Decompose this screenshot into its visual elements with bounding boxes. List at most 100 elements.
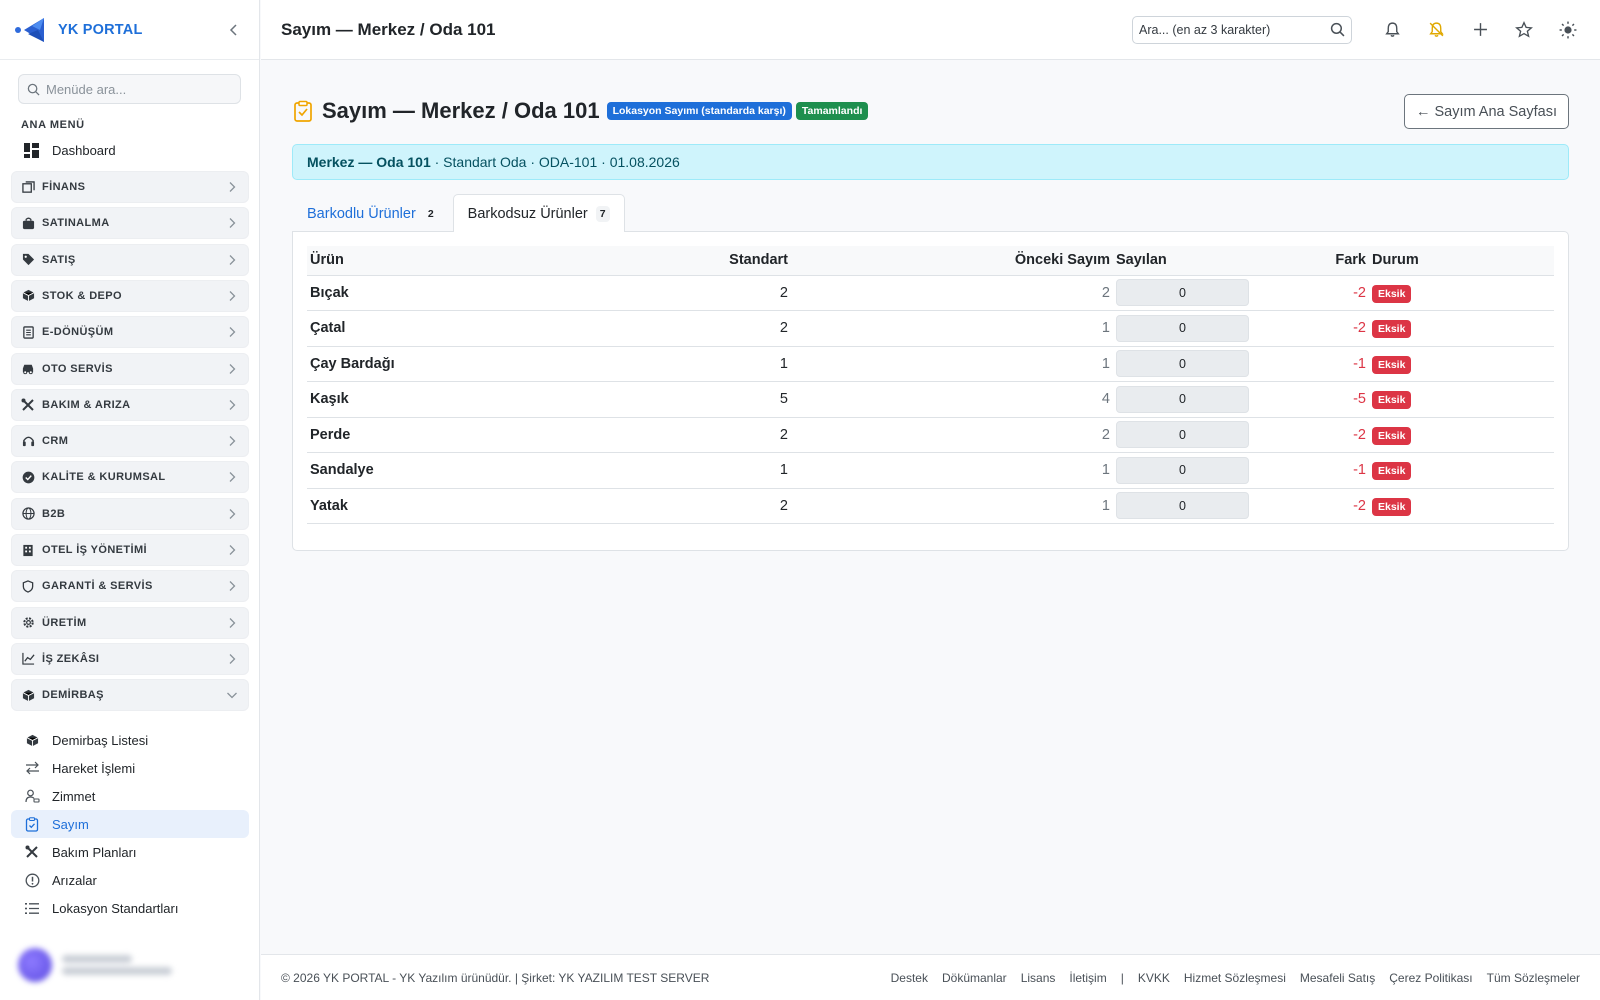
chevron-down-icon bbox=[226, 689, 238, 701]
previous-count: 1 bbox=[791, 452, 1113, 489]
counted-input[interactable] bbox=[1116, 314, 1249, 342]
sidebar-subitem-label: Bakım Planları bbox=[52, 844, 137, 860]
back-to-count-home-button[interactable]: ← Sayım Ana Sayfası bbox=[1403, 94, 1569, 129]
sidebar-subitem-6[interactable]: Lokasyon Standartları bbox=[11, 894, 249, 922]
diff-value: -2 bbox=[1259, 417, 1369, 453]
avatar[interactable] bbox=[18, 948, 52, 982]
sidebar-group-label: CRM bbox=[42, 435, 69, 448]
logo-row: YK PORTAL bbox=[0, 0, 259, 60]
diff-value: -1 bbox=[1259, 346, 1369, 382]
menu-search-input[interactable] bbox=[46, 81, 226, 97]
bell-icon[interactable] bbox=[1382, 20, 1402, 40]
footer-link-contact[interactable]: İletişim bbox=[1069, 971, 1106, 985]
global-search-input[interactable] bbox=[1139, 22, 1330, 37]
sidebar-subitem-5[interactable]: Arızalar bbox=[11, 866, 249, 894]
copyright: © 2026 YK PORTAL - YK Yazılım ürünüdür. … bbox=[281, 970, 710, 985]
sidebar-group-0[interactable]: FİNANS bbox=[11, 171, 249, 203]
sidebar-group-11[interactable]: GARANTİ & SERVİS bbox=[11, 570, 249, 603]
sidebar-group-8[interactable]: KALİTE & KURUMSAL bbox=[11, 461, 249, 494]
status-badge: Eksik bbox=[1372, 391, 1412, 410]
footer-link-all-agreements[interactable]: Tüm Sözleşmeler bbox=[1487, 971, 1580, 985]
sidebar-group-3[interactable]: STOK & DEPO bbox=[11, 279, 249, 312]
counted-input[interactable] bbox=[1116, 421, 1249, 449]
table-row: Bıçak22-2Eksik bbox=[307, 275, 1554, 311]
sidebar-subitem-label: Demirbaş Listesi bbox=[52, 732, 149, 748]
sidebar-item-dashboard[interactable]: Dashboard bbox=[0, 136, 259, 164]
chevron-right-icon bbox=[226, 471, 238, 483]
plus-icon[interactable] bbox=[1470, 20, 1490, 40]
bag-icon bbox=[21, 216, 35, 230]
standard-qty: 2 bbox=[647, 310, 791, 347]
counted-input[interactable] bbox=[1116, 385, 1249, 413]
sidebar-group-5[interactable]: OTO SERVİS bbox=[11, 352, 249, 385]
status-badge: Eksik bbox=[1372, 320, 1412, 339]
sidebar-group-1[interactable]: SATINALMA bbox=[11, 207, 249, 240]
footer-link-license[interactable]: Lisans bbox=[1021, 971, 1056, 985]
main-content: Sayım — Merkez / Oda 101 Lokasyon Sayımı… bbox=[292, 94, 1569, 551]
tab-panel: Ürün Standart Önceki Sayım Sayılan Fark … bbox=[292, 231, 1569, 551]
previous-count: 4 bbox=[791, 381, 1113, 418]
status-cell: Eksik bbox=[1369, 381, 1554, 418]
sidebar-group-label: ÜRETİM bbox=[42, 616, 87, 629]
sidebar-group-label: SATINALMA bbox=[42, 217, 110, 230]
star-icon[interactable] bbox=[1514, 20, 1534, 40]
standard-qty: 2 bbox=[647, 417, 791, 453]
counted-cell bbox=[1113, 346, 1259, 382]
building-icon bbox=[21, 543, 35, 557]
search-icon[interactable] bbox=[1330, 22, 1345, 37]
diff-value: -2 bbox=[1259, 488, 1369, 524]
product-name: Perde bbox=[307, 417, 647, 453]
sidebar-group-6[interactable]: BAKIM & ARIZA bbox=[11, 388, 249, 421]
user-info bbox=[62, 951, 172, 979]
sidebar-group-label: İŞ ZEKÂSI bbox=[42, 652, 100, 665]
footer-link-docs[interactable]: Dökümanlar bbox=[942, 971, 1007, 985]
tab-barcoded[interactable]: Barkodlu Ürünler 2 bbox=[292, 194, 453, 232]
user-profile[interactable] bbox=[18, 948, 172, 982]
counted-input[interactable] bbox=[1116, 279, 1249, 307]
sidebar-group-2[interactable]: SATIŞ bbox=[11, 243, 249, 276]
sun-icon[interactable] bbox=[1558, 20, 1578, 40]
tab-count: 7 bbox=[595, 205, 610, 222]
collapse-sidebar-button[interactable] bbox=[223, 19, 245, 41]
bell-off-icon[interactable] bbox=[1426, 20, 1446, 40]
count-table: Ürün Standart Önceki Sayım Sayılan Fark … bbox=[307, 246, 1554, 524]
footer-link-distance-sales[interactable]: Mesafeli Satış bbox=[1300, 971, 1375, 985]
footer-link-cookie-policy[interactable]: Çerez Politikası bbox=[1389, 971, 1472, 985]
footer-link-kvkk[interactable]: KVKK bbox=[1138, 971, 1170, 985]
sidebar-subitem-0[interactable]: Demirbaş Listesi bbox=[11, 726, 249, 754]
tools-icon bbox=[21, 398, 35, 412]
sidebar-group-label: KALİTE & KURUMSAL bbox=[42, 471, 166, 484]
counted-input[interactable] bbox=[1116, 350, 1249, 378]
menu-search[interactable] bbox=[18, 74, 241, 104]
sidebar-subitem-2[interactable]: Zimmet bbox=[11, 782, 249, 810]
sidebar-group-7[interactable]: CRM bbox=[11, 425, 249, 458]
sidebar-group-10[interactable]: OTEL İŞ YÖNETİMİ bbox=[11, 534, 249, 566]
sidebar-group-12[interactable]: ÜRETİM bbox=[11, 606, 249, 639]
counted-input[interactable] bbox=[1116, 456, 1249, 484]
counted-cell bbox=[1113, 452, 1259, 489]
shield-icon bbox=[21, 579, 35, 593]
chevron-right-icon bbox=[226, 617, 238, 629]
footer-link-support[interactable]: Destek bbox=[891, 971, 928, 985]
sidebar-subitem-label: Zimmet bbox=[52, 788, 96, 804]
sidebar-group-9[interactable]: B2B bbox=[11, 497, 249, 530]
tab-non-barcoded[interactable]: Barkodsuz Ürünler 7 bbox=[452, 194, 625, 232]
logo-icon bbox=[15, 17, 44, 42]
sidebar-item-label: Dashboard bbox=[52, 142, 116, 158]
sidebar-group-13[interactable]: İŞ ZEKÂSI bbox=[11, 642, 249, 675]
chevron-right-icon bbox=[226, 217, 238, 229]
sidebar-group-label: SATIŞ bbox=[42, 253, 76, 266]
counted-cell bbox=[1113, 417, 1259, 453]
sidebar-group-4[interactable]: E-DÖNÜŞÜM bbox=[11, 316, 249, 349]
global-search[interactable] bbox=[1132, 15, 1352, 44]
footer-link-service-agreement[interactable]: Hizmet Sözleşmesi bbox=[1184, 971, 1286, 985]
sidebar-group-14[interactable]: DEMİRBAŞ bbox=[11, 679, 249, 712]
section-title: ANA MENÜ bbox=[21, 119, 85, 131]
diff-value: -2 bbox=[1259, 310, 1369, 347]
sidebar-subitem-3[interactable]: Sayım bbox=[11, 810, 249, 838]
tag-icon bbox=[21, 253, 35, 267]
sidebar-subitem-1[interactable]: Hareket İşlemi bbox=[11, 754, 249, 782]
sidebar-subitem-4[interactable]: Bakım Planları bbox=[11, 838, 249, 866]
standard-qty: 2 bbox=[647, 488, 791, 524]
counted-input[interactable] bbox=[1116, 492, 1249, 520]
